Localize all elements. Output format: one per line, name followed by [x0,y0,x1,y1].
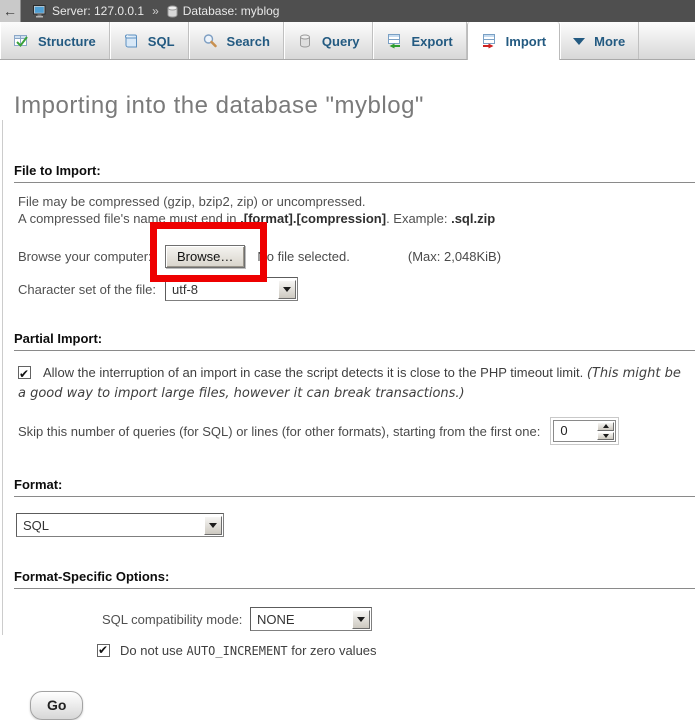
allow-interruption-text: Allow the interruption of an import in c… [43,365,587,380]
browse-label: Browse your computer: [18,249,165,264]
arrow-down-icon [603,434,609,438]
sql-compatibility-row: SQL compatibility mode: NONE [98,607,695,631]
server-label[interactable]: Server: 127.0.0.1 [52,4,144,18]
arrow-down-icon [283,287,291,292]
tab-bar: Structure SQL Search Query Export [0,22,695,60]
breadcrumb-separator: » [152,4,159,18]
tab-label: Search [227,34,270,49]
browse-row: Browse your computer: Browse… No file se… [14,243,695,269]
auto-increment-row: Do not use AUTO_INCREMENT for zero value… [97,643,695,658]
back-button[interactable]: ← [0,0,21,22]
section-heading-file-to-import: File to Import: [14,163,695,183]
dropdown-arrow-button[interactable] [278,280,296,299]
compression-line1: File may be compressed (gzip, bzip2, zip… [18,193,695,210]
tab-export[interactable]: Export [373,22,466,60]
sql-compatibility-label: SQL compatibility mode: [102,612,250,627]
tab-structure[interactable]: Structure [0,22,110,60]
server-icon [33,5,47,18]
format-select[interactable]: SQL [16,513,224,537]
sql-compatibility-select[interactable]: NONE [250,607,372,631]
no-file-text: No file selected. [257,249,350,264]
chevron-down-icon [573,38,585,45]
auto-increment-prefix: Do not use [120,643,187,658]
database-icon [167,5,178,18]
format-selected-value: SQL [18,518,49,533]
tab-label: Query [322,34,360,49]
stepper-down-button[interactable] [597,432,614,441]
tab-import[interactable]: Import [467,22,560,60]
max-size-text: (Max: 2,048KiB) [408,249,501,264]
skip-queries-value: 0 [553,420,596,442]
content-left-border [2,120,3,635]
section-heading-format-options: Format-Specific Options: [14,569,695,589]
browse-button[interactable]: Browse… [165,245,245,268]
allow-interruption-checkbox[interactable] [18,366,31,379]
arrow-up-icon [603,424,609,428]
arrow-down-icon [357,617,365,622]
auto-increment-suffix: for zero values [288,643,377,658]
query-icon [297,33,313,49]
arrow-down-icon [209,523,217,528]
database-label[interactable]: Database: myblog [183,4,280,18]
skip-queries-row: Skip this number of queries (for SQL) or… [14,417,695,445]
tab-label: Import [506,34,546,49]
export-icon [386,33,402,49]
charset-selected-value: utf-8 [167,282,198,297]
compression-info: File may be compressed (gzip, bzip2, zip… [14,193,695,227]
tab-label: Structure [38,34,96,49]
stepper-buttons [596,420,616,442]
auto-increment-code: AUTO_INCREMENT [187,644,288,658]
auto-increment-checkbox[interactable] [97,644,110,657]
structure-icon [13,33,29,49]
skip-queries-label: Skip this number of queries (for SQL) or… [18,424,540,439]
tab-query[interactable]: Query [284,22,374,60]
section-heading-partial-import: Partial Import: [14,331,695,351]
section-heading-format: Format: [14,477,695,497]
dropdown-arrow-button[interactable] [352,610,370,629]
tab-search[interactable]: Search [189,22,284,60]
allow-interruption-row: Allow the interruption of an import in c… [14,363,682,403]
breadcrumb-bar: ← Server: 127.0.0.1 » Database: myblog [0,0,695,22]
line2-format-pattern: .[format].[compression] [240,211,386,226]
main-content: Importing into the database "myblog" Fil… [0,60,695,720]
breadcrumb: Server: 127.0.0.1 » Database: myblog [33,4,279,18]
tab-more[interactable]: More [560,22,639,60]
sql-icon [123,33,139,49]
tab-label: SQL [148,34,175,49]
compression-line2: A compressed file's name must end in .[f… [18,210,695,227]
line2-prefix: A compressed file's name must end in [18,211,240,226]
line2-example: .sql.zip [451,211,495,226]
tab-label: More [594,34,625,49]
charset-select[interactable]: utf-8 [165,277,298,301]
page-title: Importing into the database "myblog" [14,60,695,120]
search-icon [202,33,218,49]
tab-sql[interactable]: SQL [110,22,189,60]
dropdown-arrow-button[interactable] [204,516,222,535]
stepper-up-button[interactable] [597,422,614,431]
skip-queries-stepper[interactable]: 0 [550,417,619,445]
line2-mid: . Example: [386,211,451,226]
tab-label: Export [411,34,452,49]
import-icon [481,33,497,49]
charset-label: Character set of the file: [18,282,165,297]
sql-compatibility-value: NONE [252,612,295,627]
charset-row: Character set of the file: utf-8 [14,277,695,301]
